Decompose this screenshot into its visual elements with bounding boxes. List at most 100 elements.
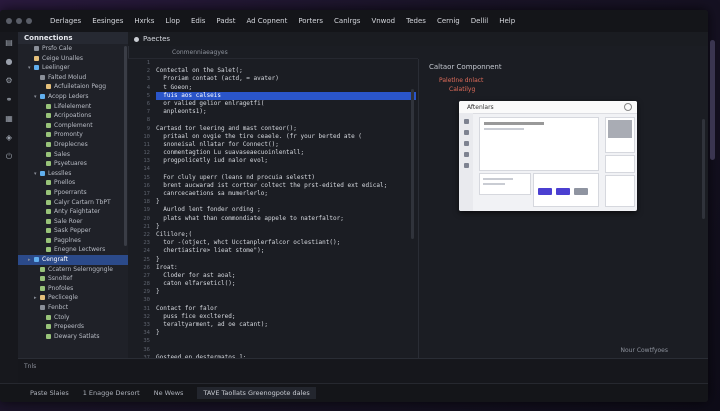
tree-item[interactable]: Prepeerds bbox=[18, 322, 128, 332]
tree-item[interactable]: Pnellos bbox=[18, 178, 128, 188]
tree-item[interactable]: Acfuiletaion Pegg bbox=[18, 82, 128, 92]
tree-item[interactable]: Pagplnes bbox=[18, 236, 128, 246]
panel-item[interactable]: Calatilyg bbox=[449, 86, 475, 93]
menu-item[interactable]: Vnwod bbox=[371, 17, 395, 25]
code-line[interactable]: Cililore;( bbox=[156, 231, 416, 239]
bottom-panel-label[interactable]: Tnls bbox=[24, 363, 36, 370]
selected-code-line[interactable]: fuis aos calseis bbox=[156, 91, 416, 100]
component-preview[interactable]: Aftenlars bbox=[459, 101, 637, 211]
code-line[interactable] bbox=[156, 116, 416, 124]
explorer-icon[interactable]: ▤ bbox=[5, 38, 14, 47]
tree-item[interactable]: Acripoations bbox=[18, 111, 128, 121]
preview-primary-button[interactable] bbox=[556, 188, 570, 195]
tree-item[interactable]: Ccatern Selernggngle bbox=[18, 265, 128, 275]
tag-icon[interactable]: ◈ bbox=[5, 133, 14, 142]
code-line[interactable]: canrcecaetions sa mumerlerlo; bbox=[156, 190, 416, 198]
code-line[interactable]: } bbox=[156, 329, 416, 337]
code-line[interactable] bbox=[156, 337, 416, 345]
menu-item[interactable]: Tedes bbox=[406, 17, 426, 25]
preview-nav-icon[interactable] bbox=[463, 130, 469, 135]
editor-scrollbar[interactable] bbox=[411, 89, 414, 239]
menu-item[interactable]: Llop bbox=[165, 17, 180, 25]
minimize-window-button[interactable] bbox=[16, 18, 22, 24]
tree-item[interactable]: Pnofoles bbox=[18, 284, 128, 294]
status-item[interactable]: 1 Enagge Dersort bbox=[83, 389, 140, 397]
preview-nav-icon[interactable] bbox=[463, 119, 469, 124]
tree-item[interactable]: Enegne Lectwers bbox=[18, 245, 128, 255]
code-line[interactable]: } bbox=[156, 256, 416, 264]
status-item[interactable]: TAVE Taollats Greenogpote dales bbox=[197, 387, 316, 399]
maximize-window-button[interactable] bbox=[26, 18, 32, 24]
code-line[interactable] bbox=[156, 165, 416, 173]
panel-scrollbar[interactable] bbox=[702, 119, 705, 219]
window-scrollbar[interactable] bbox=[710, 40, 715, 160]
code-line[interactable]: } bbox=[156, 288, 416, 296]
tree-item[interactable]: ▾ Acopp Leders bbox=[18, 92, 128, 102]
code-line[interactable]: progpolicetly iud nalor evol; bbox=[156, 157, 416, 165]
menu-item[interactable]: Padst bbox=[216, 17, 235, 25]
user-icon[interactable]: ● bbox=[5, 57, 14, 66]
grid-icon[interactable]: ▦ bbox=[5, 114, 14, 123]
power-icon[interactable]: ⏻ bbox=[5, 152, 14, 161]
tree-item[interactable]: ▸ Cengraft bbox=[18, 255, 128, 265]
code-line[interactable]: chertiastire> lieat stome"); bbox=[156, 247, 416, 255]
code-line[interactable]: For cluly uperr (leans nd procuia selest… bbox=[156, 174, 416, 182]
code-line[interactable]: teraltyarment, ad oe catant); bbox=[156, 321, 416, 329]
code-line[interactable]: } bbox=[156, 198, 416, 206]
code-line[interactable]: Cartasd tor leering and mast conteor(); bbox=[156, 125, 416, 133]
sidebar-scrollbar[interactable] bbox=[124, 46, 127, 246]
code-line[interactable]: Proriam contaot (actd, = avater) bbox=[156, 75, 416, 83]
code-line[interactable]: Contectal on the Salet(; bbox=[156, 67, 416, 75]
tree-item[interactable]: Fenbct bbox=[18, 303, 128, 313]
tree-item[interactable]: Ppoerrants bbox=[18, 188, 128, 198]
link-icon[interactable]: ⚭ bbox=[5, 95, 14, 104]
status-item[interactable]: Paste Slaies bbox=[30, 389, 69, 397]
menu-item[interactable]: Porters bbox=[298, 17, 323, 25]
panel-item[interactable]: Paletlne dnlact bbox=[439, 77, 483, 84]
preview-primary-button[interactable] bbox=[538, 188, 552, 195]
breadcrumb[interactable]: Conmenniaeagyes bbox=[128, 46, 418, 59]
menu-item[interactable]: Help bbox=[499, 17, 515, 25]
menu-item[interactable]: Dellil bbox=[471, 17, 488, 25]
code-line[interactable]: pritaal on ovgie the tire ceaele. (fr yo… bbox=[156, 133, 416, 141]
tab-active[interactable]: Paectes bbox=[134, 35, 170, 43]
menu-item[interactable]: Cernig bbox=[437, 17, 460, 25]
preview-nav-icon[interactable] bbox=[463, 141, 469, 146]
code-line[interactable]: puss fice excltered; bbox=[156, 313, 416, 321]
tree-item[interactable]: Ctoly bbox=[18, 313, 128, 323]
code-line[interactable]: Iroat: bbox=[156, 264, 416, 272]
tree-item[interactable]: Promonty bbox=[18, 130, 128, 140]
tree-item[interactable]: Calyr Cartarn TbPT bbox=[18, 198, 128, 208]
code-line[interactable] bbox=[156, 59, 416, 67]
preview-close-icon[interactable] bbox=[624, 103, 632, 111]
code-line[interactable]: snoneisal nllatar for Connect(); bbox=[156, 141, 416, 149]
preview-secondary-button[interactable] bbox=[574, 188, 588, 195]
tree-item[interactable]: Ssnoltef bbox=[18, 274, 128, 284]
code-line[interactable]: t Goeon; bbox=[156, 84, 416, 92]
preview-nav-icon[interactable] bbox=[463, 163, 469, 168]
code-line[interactable] bbox=[156, 346, 416, 354]
tree-item[interactable]: ▸ Peclicegle bbox=[18, 293, 128, 303]
tree-item[interactable]: Dewary Satlats bbox=[18, 332, 128, 342]
tree-item[interactable]: ▾ Leelinger bbox=[18, 63, 128, 73]
status-item[interactable]: Ne Wews bbox=[154, 389, 184, 397]
menu-item[interactable]: Edis bbox=[191, 17, 205, 25]
settings-icon[interactable]: ⚙ bbox=[5, 76, 14, 85]
code-line[interactable]: tor -(otject, whct Ucctanplerfalcor ocle… bbox=[156, 239, 416, 247]
code-line[interactable]: Aurlod lent fonder ording ; bbox=[156, 206, 416, 214]
menu-item[interactable]: Eesinges bbox=[92, 17, 123, 25]
menu-item[interactable]: Ad Copnent bbox=[246, 17, 287, 25]
close-window-button[interactable] bbox=[6, 18, 12, 24]
tree-item[interactable]: Falted Molud bbox=[18, 73, 128, 83]
code-line[interactable]: anpleonts1); bbox=[156, 108, 416, 116]
code-line[interactable]: conmentagtion Lu suavaseaecuoinlentall; bbox=[156, 149, 416, 157]
code-editor[interactable]: 1 2 3 4 5 6 7 8 9 10 11 12 13 14 15 16 17 18 19 20 21 22 23 24 2… bbox=[128, 59, 416, 358]
tree-item[interactable]: Sask Pepper bbox=[18, 226, 128, 236]
code-line[interactable]: brent aucwarad ist cortter coltect the p… bbox=[156, 182, 416, 190]
code-content[interactable]: Contectal on the Salet(; Proriam contaot… bbox=[156, 59, 416, 358]
tree-item[interactable]: Anty Faightater bbox=[18, 207, 128, 217]
code-line[interactable]: Cloder for ast aoal; bbox=[156, 272, 416, 280]
code-line[interactable]: } bbox=[156, 223, 416, 231]
tree-item[interactable]: Sales bbox=[18, 150, 128, 160]
code-line[interactable]: plats what than commondiate appele to na… bbox=[156, 215, 416, 223]
